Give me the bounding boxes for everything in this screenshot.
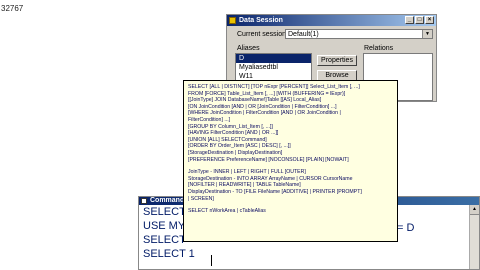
tooltip-line: [ORDER BY Order_Item [ASC | DESC] [, ...… (188, 143, 291, 150)
tooltip-line: FROM [FORCE] Table_List_Item [, ...] [WI… (188, 90, 346, 97)
command-line[interactable]: SELECT 1 (143, 248, 195, 260)
tooltip-line: [WHERE JoinCondition | FilterCondition [… (188, 110, 341, 117)
tooltip-line: JoinType - INNER | LEFT | RIGHT | FULL [… (188, 169, 306, 176)
chevron-down-icon[interactable]: ▼ (422, 30, 432, 38)
scroll-up-icon[interactable]: ▲ (470, 205, 479, 215)
tooltip-line: FilterCondition] ...] (188, 116, 231, 123)
maximize-button[interactable]: □ (415, 16, 424, 24)
record-count-label: 32767 (1, 4, 24, 13)
tooltip-line: SELECT [ALL | DISTINCT] [TOP nExpr [PERC… (188, 84, 360, 90)
window-app-icon (229, 17, 236, 24)
tooltip-line: SELECT nWorkArea | cTableAlias (188, 208, 266, 215)
tooltip-line: | SCREEN] (188, 195, 214, 202)
tooltip-line: [StorageDestination | DisplayDestination… (188, 149, 283, 156)
tooltip-line: StorageDestination - INTO ARRAY ArrayNam… (188, 175, 353, 182)
minimize-button[interactable]: _ (405, 16, 414, 24)
vertical-scrollbar[interactable]: ▲ (469, 205, 479, 269)
tooltip-line: DisplayDestination - TO [FILE FileName [… (188, 188, 362, 195)
command-line[interactable]: USE MY (143, 220, 185, 232)
close-button[interactable]: × (425, 16, 434, 24)
current-session-select[interactable]: Default(1) ▼ (285, 29, 433, 39)
aliases-label: Aliases (237, 45, 260, 52)
data-session-title: Data Session (239, 17, 283, 24)
syntax-tooltip: SELECT [ALL | DISTINCT] [TOP nExpr [PERC… (183, 80, 398, 242)
alias-item[interactable]: Myaliasedtbl (236, 63, 311, 72)
text-cursor (211, 255, 212, 266)
current-session-value: Default(1) (288, 31, 319, 38)
tooltip-line: [ON JoinCondition [AND | OR [JoinConditi… (188, 103, 337, 110)
tooltip-line: [HAVING FilterCondition [AND | OR ...]] (188, 130, 279, 137)
command-line[interactable]: SELECT (143, 234, 186, 246)
command-window-icon (141, 198, 147, 204)
tooltip-line: [UNION [ALL] SELECTCommand] (188, 136, 267, 143)
command-line-tail: = D (397, 222, 415, 234)
tooltip-line: [PREFERENCE PreferenceName] [NOCONSOLE] … (188, 156, 349, 163)
data-session-titlebar[interactable]: Data Session _ □ × (227, 15, 436, 26)
tooltip-line: [NOFILTER | READWRITE] | TABLE TableName… (188, 182, 301, 189)
tooltip-line: [GROUP BY Column_List_Item [, ...]] (188, 123, 273, 130)
command-title: Command (150, 197, 185, 204)
current-session-label: Current session: (237, 31, 288, 38)
relations-label: Relations (364, 45, 394, 52)
alias-item[interactable]: D (236, 54, 311, 63)
command-line[interactable]: SELECT (143, 206, 186, 218)
tooltip-line: [[JoinType] JOIN DatabaseName!]Table [[A… (188, 97, 322, 104)
properties-button[interactable]: Properties (317, 55, 357, 66)
